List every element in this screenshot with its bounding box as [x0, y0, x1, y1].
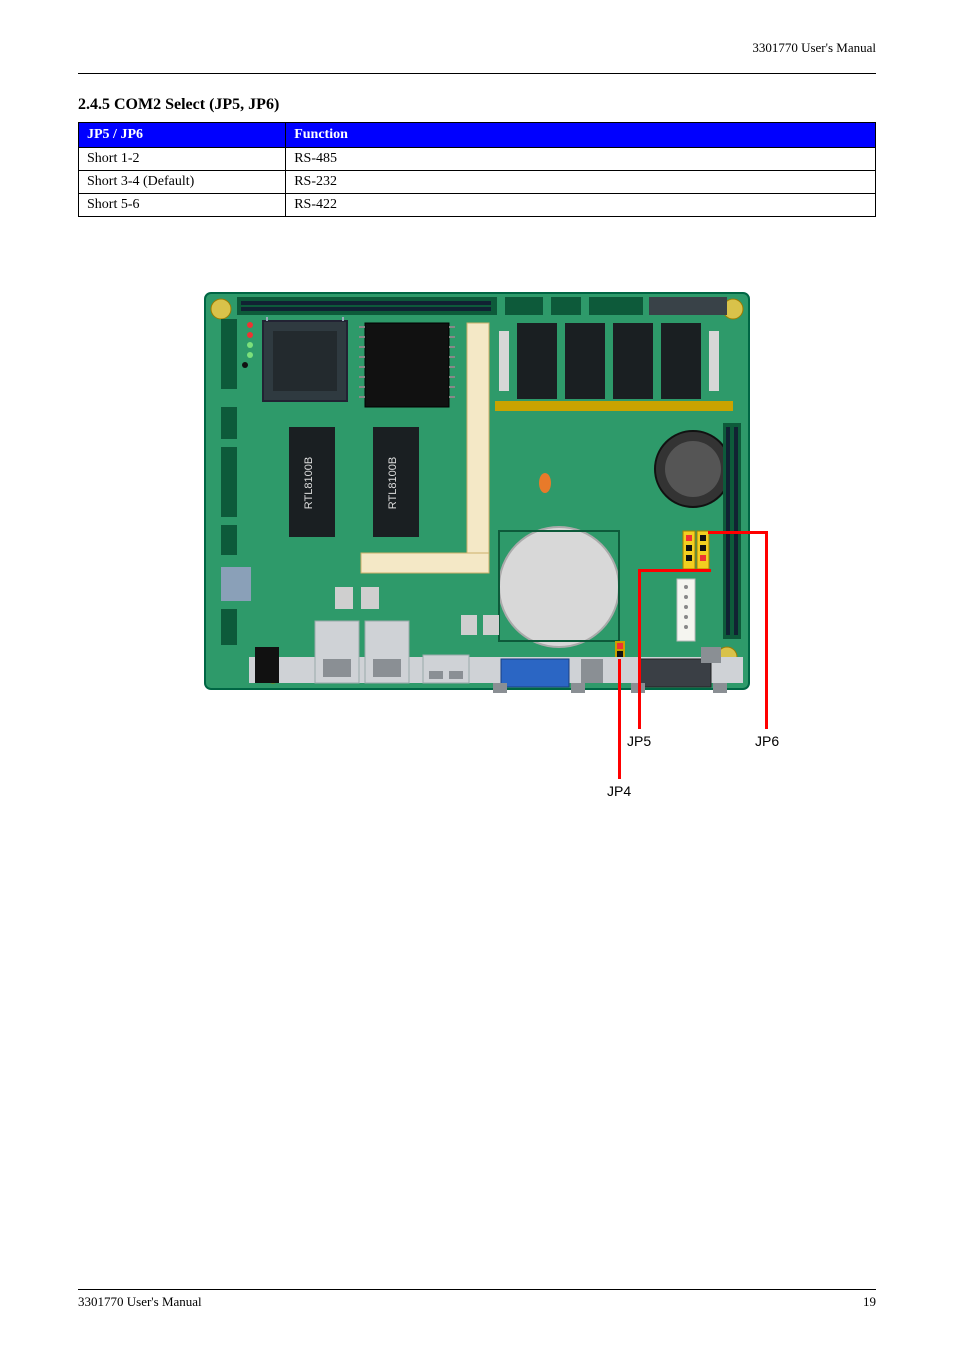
header-right: 3301770 User's Manual	[78, 40, 876, 60]
cell: Short 1-2	[79, 148, 286, 171]
table-row: Short 1-2 RS-485	[79, 148, 876, 171]
page-footer: 3301770 User's Manual 19	[78, 1289, 876, 1310]
col-header-2: Function	[286, 123, 876, 148]
section-title: 2.4.5 COM2 Select (JP5, JP6)	[78, 96, 876, 114]
cell: Short 3-4 (Default)	[79, 171, 286, 194]
callout-line-jp6	[765, 531, 768, 729]
callout-label-jp4: JP4	[607, 783, 631, 799]
col-header-1: JP5 / JP6	[79, 123, 286, 148]
cell: RS-232	[286, 171, 876, 194]
callout-label-jp5: JP5	[627, 733, 651, 749]
footer-right: 19	[863, 1294, 876, 1310]
table-row: Short 3-4 (Default) RS-232	[79, 171, 876, 194]
callout-line-jp-h	[638, 569, 711, 572]
chip-label-rtl1: RTL8100B	[303, 457, 315, 509]
jumper-table: JP5 / JP6 Function Short 1-2 RS-485 Shor…	[78, 122, 876, 217]
callout-line-jp5	[638, 569, 641, 729]
footer-left: 3301770 User's Manual	[78, 1294, 202, 1310]
header-rule	[78, 60, 876, 74]
chip-label-rtl2: RTL8100B	[387, 457, 399, 509]
callout-label-jp6: JP6	[755, 733, 779, 749]
callout-line-jp4	[618, 659, 621, 779]
cell: Short 5-6	[79, 194, 286, 217]
table-row: Short 5-6 RS-422	[79, 194, 876, 217]
cell: RS-422	[286, 194, 876, 217]
board-svg: RTL8100B RTL8100B	[199, 287, 755, 695]
callout-line-jp6-h	[708, 531, 768, 534]
board-illustration: RTL8100B RTL8100B	[199, 287, 755, 695]
cell: RS-485	[286, 148, 876, 171]
